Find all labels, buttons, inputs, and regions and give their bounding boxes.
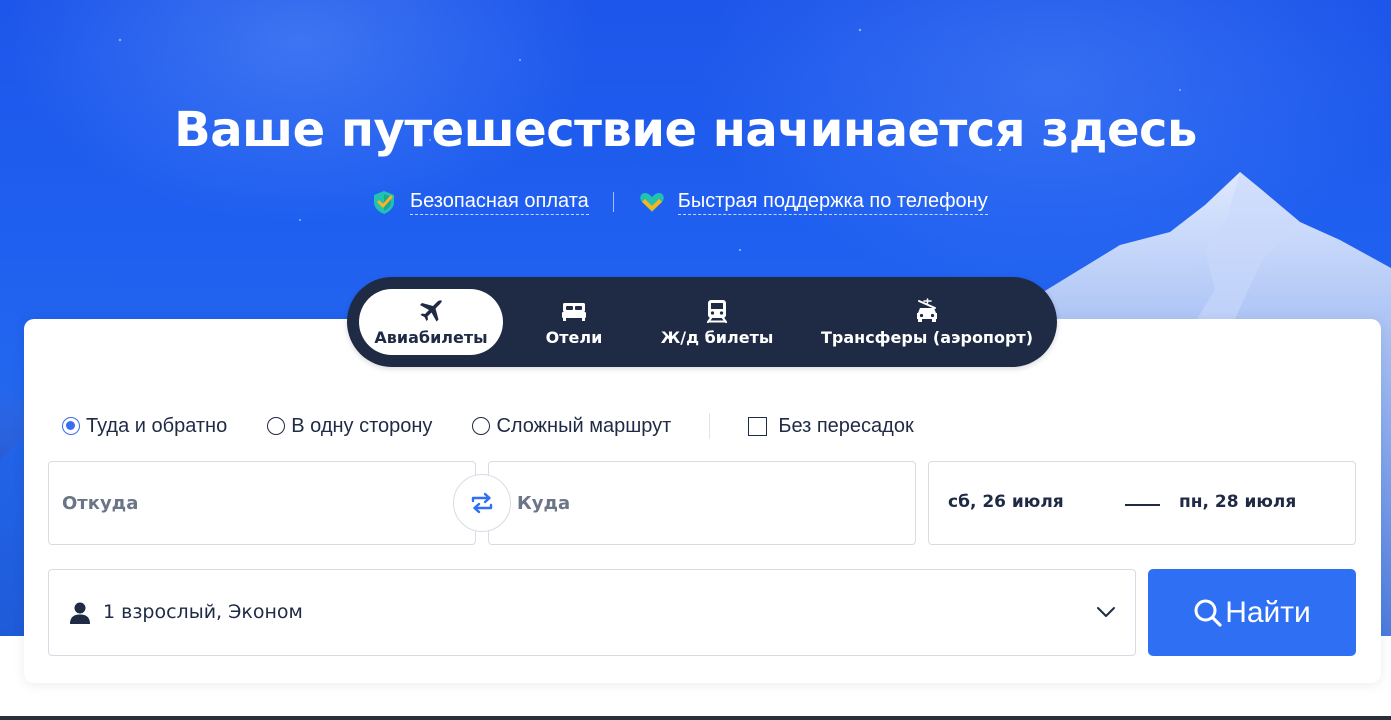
radio-one-way[interactable]: В одну сторону: [267, 415, 432, 438]
nonstop-checkbox[interactable]: Без пересадок: [748, 414, 914, 438]
airplane-icon: [420, 299, 442, 321]
to-placeholder: Куда: [517, 492, 571, 514]
tab-label: Авиабилеты: [374, 327, 488, 347]
support-heart-icon: [640, 193, 664, 212]
tab-label: Трансферы (аэропорт): [820, 327, 1034, 347]
tab-trains[interactable]: Ж/д билеты: [647, 289, 787, 355]
departure-date[interactable]: сб, 26 июля: [948, 492, 1064, 512]
car-transfer-icon: [917, 297, 937, 322]
bed-icon: [562, 302, 586, 321]
page-bottom-border: [0, 716, 1391, 720]
shield-check-icon: [374, 191, 394, 214]
feature-phone-support[interactable]: Быстрая поддержка по телефону: [638, 189, 988, 215]
from-field[interactable]: Откуда: [48, 461, 476, 545]
swap-cities-button[interactable]: [453, 474, 511, 532]
feature-label: Быстрая поддержка по телефону: [677, 190, 988, 215]
radio-label: В одну сторону: [291, 414, 433, 437]
radio-multi-city[interactable]: Сложный маршрут: [472, 415, 671, 438]
trip-type-options: Туда и обратно В одну сторону Сложный ма…: [62, 408, 914, 444]
date-range-dash: [1125, 504, 1160, 506]
product-tabs: Авиабилеты Отели Ж/д билеты Трансферы (а…: [347, 277, 1057, 367]
radio-indicator: [472, 417, 491, 435]
tab-label: Ж/д билеты: [660, 327, 774, 347]
radio-indicator: [62, 417, 80, 435]
feature-divider: [612, 192, 614, 212]
checkbox-indicator: [748, 416, 768, 436]
passengers-value: 1 взрослый, Эконом: [103, 601, 303, 623]
swap-arrows-icon: [471, 492, 493, 514]
tab-transfers[interactable]: Трансферы (аэропорт): [817, 289, 1037, 355]
passengers-class-select[interactable]: 1 взрослый, Эконом: [48, 569, 1136, 656]
person-icon: [70, 602, 90, 624]
train-icon: [706, 299, 728, 323]
search-button[interactable]: Найти: [1148, 569, 1356, 656]
feature-list: Безопасная оплата Быстрая поддержка по т…: [370, 186, 988, 218]
search-icon: [1194, 599, 1222, 627]
to-field[interactable]: Куда: [488, 461, 916, 545]
feature-label: Безопасная оплата: [410, 190, 589, 215]
hero-title: Ваше путешествие начинается здесь: [174, 102, 1197, 158]
chevron-down-icon: [1097, 607, 1115, 617]
tab-label: Отели: [545, 327, 603, 347]
tab-hotels[interactable]: Отели: [517, 289, 631, 355]
from-placeholder: Откуда: [62, 492, 139, 514]
radio-indicator: [267, 417, 286, 435]
feature-secure-payment[interactable]: Безопасная оплата: [370, 189, 589, 215]
dates-field[interactable]: сб, 26 июля пн, 28 июля: [928, 461, 1356, 545]
return-date[interactable]: пн, 28 июля: [1179, 492, 1296, 512]
radio-label: Сложный маршрут: [496, 414, 672, 437]
tab-flights[interactable]: Авиабилеты: [359, 289, 503, 355]
radio-round-trip[interactable]: Туда и обратно: [62, 415, 227, 438]
checkbox-label: Без пересадок: [778, 414, 914, 437]
radio-label: Туда и обратно: [86, 414, 228, 437]
search-button-label: Найти: [1225, 595, 1311, 629]
options-divider: [709, 413, 711, 439]
